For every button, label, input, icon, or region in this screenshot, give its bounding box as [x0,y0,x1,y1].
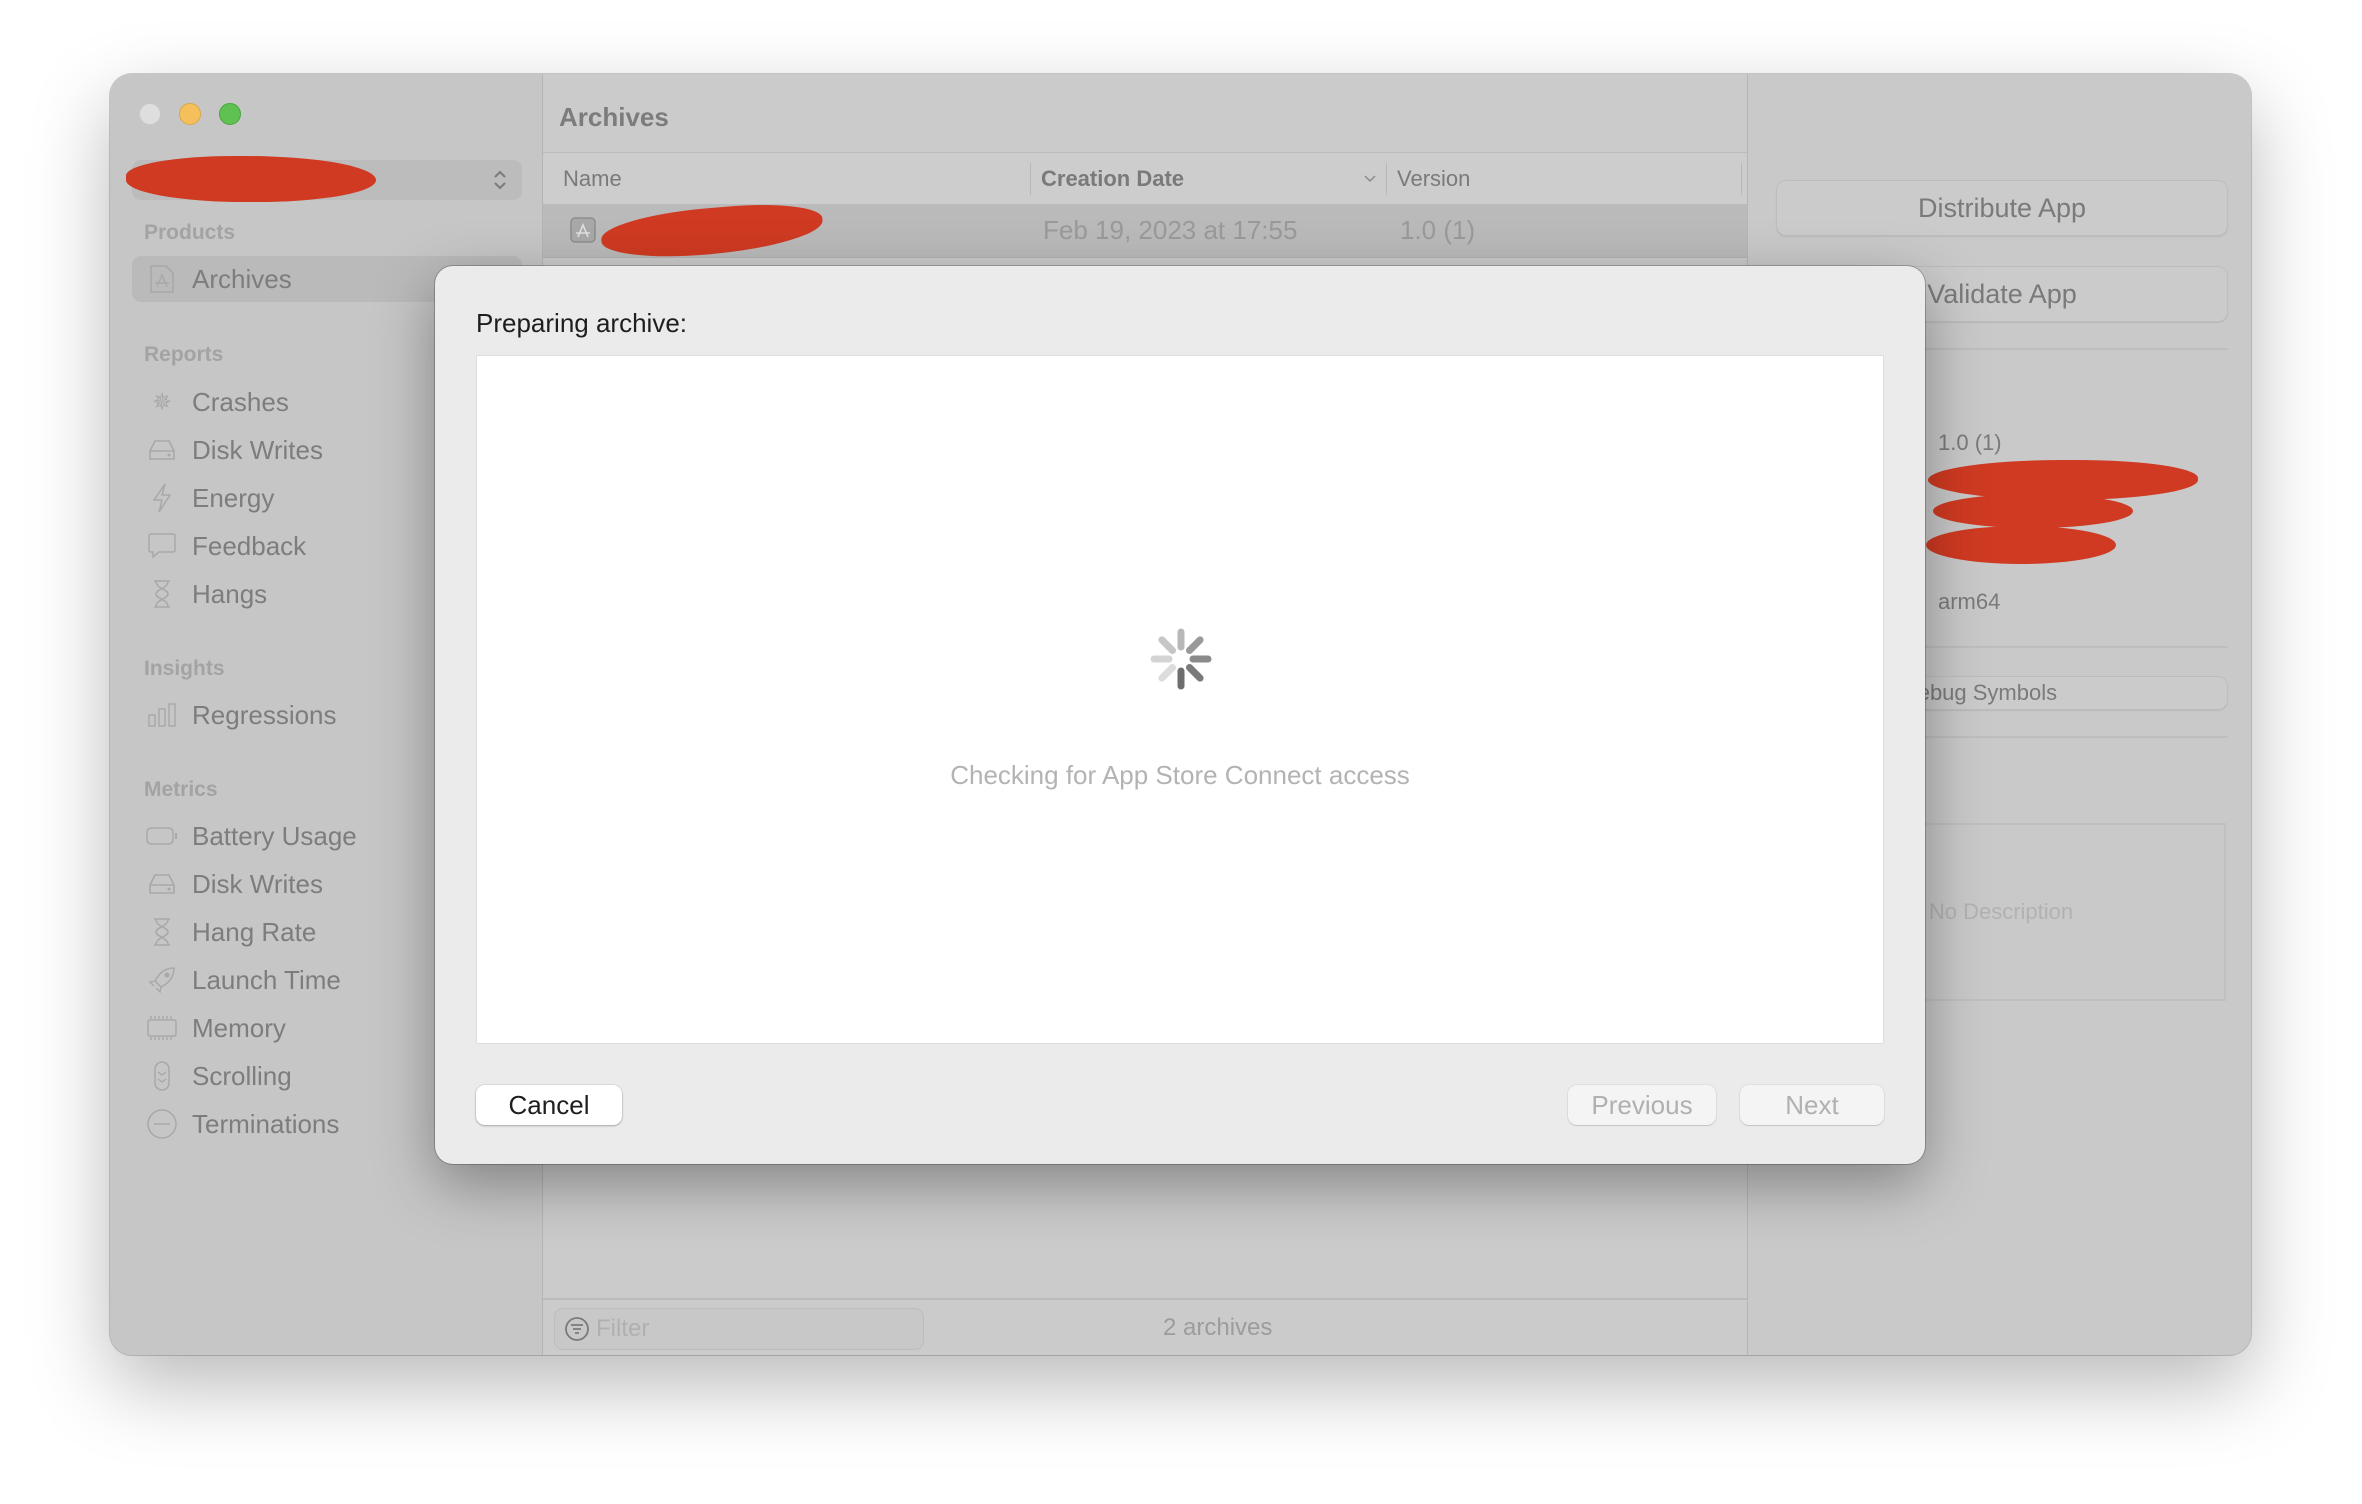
filter-field[interactable]: Filter [554,1308,924,1350]
hourglass-icon [146,917,178,947]
filter-icon [565,1317,589,1341]
sidebar-item-label: Energy [192,482,275,513]
sidebar-item-label: Archives [192,263,292,294]
hourglass-icon [146,579,178,609]
section-header-products: Products [144,221,236,244]
table-header: Name Creation Date Version [543,152,1747,206]
spinner-spoke [1185,636,1204,655]
speech-bubble-icon [146,531,178,561]
sidebar-item-label: Launch Time [192,964,341,995]
architecture-value: arm64 [1938,589,2001,614]
sidebar-item-label: Crashes [192,386,289,417]
spinner-spoke [1185,663,1204,682]
minus-circle-icon [146,1109,178,1139]
cell-version: 1.0 (1) [1400,215,1476,245]
disk-drive-icon [146,869,178,899]
disk-drive-icon [146,435,178,465]
close-window-button[interactable] [139,103,161,125]
redacted-info [1933,494,2133,528]
pane-title: Archives [559,102,669,132]
rocket-icon [146,965,178,995]
sidebar-item-label: Hangs [192,578,268,609]
sidebar-item-label: Feedback [192,530,307,561]
memory-chip-icon [146,1013,178,1043]
section-header-insights: Insights [144,657,225,680]
sort-descending-chevron-icon[interactable] [1363,174,1377,184]
sidebar-item-label: Battery Usage [192,820,357,851]
archive-app-icon [146,264,178,294]
column-header-version[interactable]: Version [1397,153,1470,205]
redacted-scheme-name [126,156,376,202]
spinner-spoke [1158,663,1177,682]
description-placeholder: No Description [1928,899,2074,924]
column-header-name[interactable]: Name [563,153,622,205]
bottom-bar: Filter 2 archives [543,1298,1747,1355]
crash-burst-icon: ✵ [151,388,173,416]
preparing-archive-dialog: Preparing archive: Checking for App Stor… [435,266,1925,1164]
redacted-info [1926,526,2116,564]
previous-button[interactable]: Previous [1568,1085,1716,1125]
sidebar-item-label: Regressions [192,699,337,730]
bolt-icon [146,483,178,513]
sidebar-item-label: Memory [192,1012,286,1043]
sidebar-item-label: Disk Writes [192,868,323,899]
dialog-title: Preparing archive: [476,308,687,338]
filter-placeholder: Filter [596,1315,650,1342]
spinner-spoke [1158,636,1177,655]
redacted-archive-name [599,198,825,264]
sidebar-item-label: Disk Writes [192,434,323,465]
section-header-reports: Reports [144,343,224,366]
app-archive-icon [570,217,596,243]
version-value: 1.0 (1) [1938,430,2002,455]
zoom-window-button[interactable] [219,103,241,125]
column-divider [1741,163,1742,195]
column-header-creation-date[interactable]: Creation Date [1041,153,1184,205]
column-divider[interactable] [1030,163,1031,195]
column-divider[interactable] [1386,163,1387,195]
distribute-app-button[interactable]: Distribute App [1776,180,2228,236]
battery-icon [146,821,178,851]
dialog-content-area: Checking for App Store Connect access [476,355,1884,1044]
cancel-button[interactable]: Cancel [476,1085,622,1125]
next-button[interactable]: Next [1740,1085,1884,1125]
archives-count: 2 archives [1163,1314,1273,1341]
bar-chart-icon [146,700,178,730]
loading-spinner-icon [1150,628,1212,690]
scheme-selector[interactable] [126,156,522,202]
scroll-icon [146,1061,178,1091]
sidebar-item-label: Terminations [192,1108,340,1139]
status-message: Checking for App Store Connect access [950,760,1410,790]
xcode-organizer-window: Products Archives Reports ✵ Crashes Disk… [110,74,2251,1355]
minimize-window-button[interactable] [179,103,201,125]
table-row[interactable]: Feb 19, 2023 at 17:55 1.0 (1) [543,198,1747,264]
sidebar-item-label: Hang Rate [192,916,317,947]
sidebar-item-label: Scrolling [192,1060,292,1091]
cell-creation-date: Feb 19, 2023 at 17:55 [1043,215,1298,245]
up-down-chevron-icon [494,170,506,190]
section-header-metrics: Metrics [144,778,218,801]
